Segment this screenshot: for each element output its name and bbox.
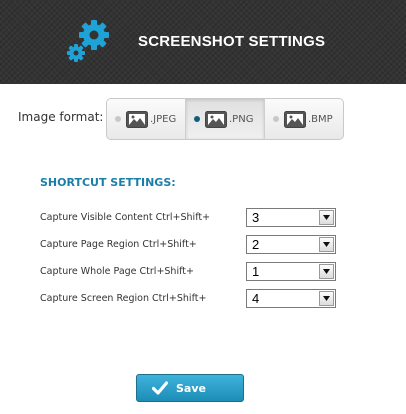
save-button[interactable]: Save [136, 374, 244, 402]
shortcut-settings-title: SHORTCUT SETTINGS: [40, 176, 176, 189]
shortcut-label-screen-region: Capture Screen Region Ctrl+Shift+ [40, 293, 207, 304]
dropdown-arrow-icon[interactable] [319, 264, 334, 279]
radio-dot [194, 116, 200, 122]
select-value: 3 [252, 210, 260, 225]
image-format-label: Image format: [18, 110, 104, 124]
image-icon [284, 110, 306, 128]
save-button-label: Save [176, 381, 206, 395]
select-value: 4 [252, 291, 260, 306]
checkmark-icon [152, 381, 168, 395]
format-label: .BMP [308, 113, 333, 125]
format-option-jpeg[interactable]: .JPEG [107, 99, 185, 139]
page-title: SCREENSHOT SETTINGS [138, 33, 326, 50]
format-option-bmp[interactable]: .BMP [264, 99, 343, 139]
dropdown-arrow-icon[interactable] [319, 210, 334, 225]
radio-dot [273, 116, 279, 122]
dropdown-arrow-icon[interactable] [319, 291, 334, 306]
image-format-selector: .JPEG .PNG .BMP [106, 98, 344, 140]
dropdown-arrow-icon[interactable] [319, 237, 334, 252]
gears-icon [67, 20, 109, 62]
shortcut-select-visible-content[interactable]: 3 [246, 208, 336, 227]
format-option-png[interactable]: .PNG [185, 99, 264, 139]
shortcut-label-visible-content: Capture Visible Content Ctrl+Shift+ [40, 212, 211, 223]
radio-dot [115, 116, 121, 122]
shortcut-select-whole-page[interactable]: 1 [246, 262, 336, 281]
header-bar: SCREENSHOT SETTINGS [0, 0, 406, 84]
select-value: 1 [252, 264, 260, 279]
image-icon [205, 110, 227, 128]
shortcut-select-page-region[interactable]: 2 [246, 235, 336, 254]
image-icon [126, 110, 148, 128]
format-label: .PNG [229, 113, 254, 125]
select-value: 2 [252, 237, 260, 252]
shortcut-label-whole-page: Capture Whole Page Ctrl+Shift+ [40, 266, 194, 277]
format-label: .JPEG [150, 113, 177, 125]
shortcut-select-screen-region[interactable]: 4 [246, 289, 336, 308]
shortcut-label-page-region: Capture Page Region Ctrl+Shift+ [40, 239, 197, 250]
